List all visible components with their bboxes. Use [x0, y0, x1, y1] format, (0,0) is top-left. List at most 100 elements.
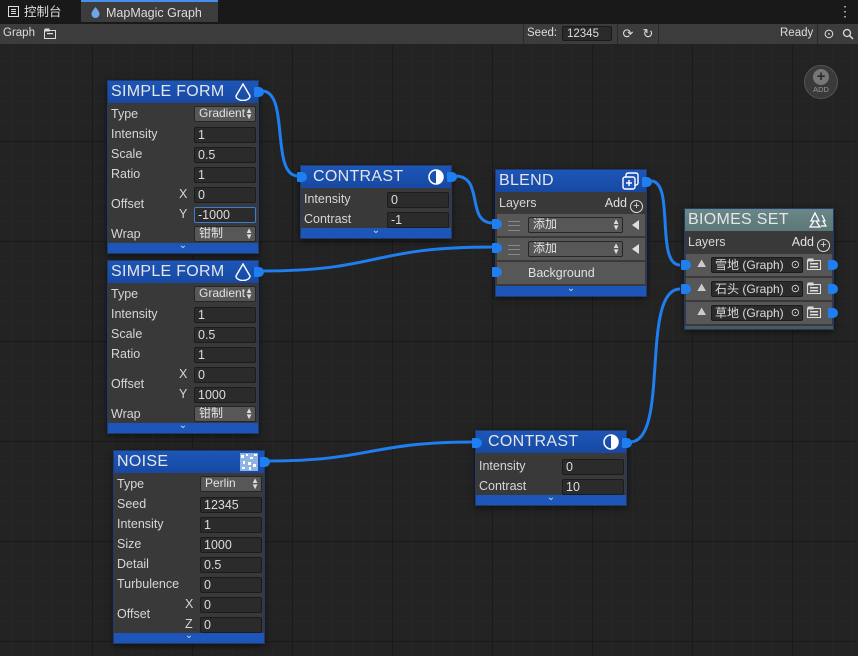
- biome-output-port[interactable]: [828, 260, 838, 270]
- intensity-field[interactable]: 0: [387, 192, 449, 208]
- layer-row[interactable]: 添加 ▲ ▼: [497, 238, 645, 261]
- add-layer-button[interactable]: Add +: [605, 196, 643, 213]
- contrast-icon: [603, 434, 619, 450]
- scale-label: Scale: [111, 147, 143, 161]
- output-port[interactable]: [642, 177, 652, 187]
- node-header[interactable]: SIMPLE FORM: [108, 261, 258, 283]
- node-header[interactable]: SIMPLE FORM: [108, 81, 258, 103]
- ratio-field[interactable]: 1: [194, 167, 256, 183]
- biome-row[interactable]: ⛰ 雪地 (Graph) ⊙: [686, 254, 832, 277]
- turbulence-field[interactable]: 0: [200, 577, 262, 593]
- node-title: BLEND: [499, 172, 554, 189]
- offset-x-field[interactable]: 0: [194, 187, 256, 203]
- open-folder-icon[interactable]: [807, 305, 822, 319]
- noise-node[interactable]: NOISE Type Perlin ▲ ▼ Seed 12345 Intensity 1 …: [113, 450, 270, 644]
- node-header[interactable]: NOISE: [114, 451, 264, 473]
- blend-node[interactable]: BLEND Layers Add + 添加 ▲ ▼ 添加 ▲ ▼ Background ⌄: [492, 169, 652, 297]
- biome-input-port[interactable]: [681, 284, 691, 294]
- offset-y-field[interactable]: 1000: [194, 387, 256, 403]
- scale-field[interactable]: 0.5: [194, 327, 256, 343]
- collapse-toggle[interactable]: ⌄: [496, 283, 646, 296]
- biome-row[interactable]: ⛰ 草地 (Graph) ⊙: [686, 302, 832, 325]
- collapse-toggle[interactable]: ⌄: [476, 492, 626, 505]
- collapse-toggle[interactable]: ⌄: [108, 420, 258, 433]
- node-header[interactable]: BIOMES SET: [685, 209, 833, 231]
- open-folder-icon[interactable]: [807, 257, 822, 271]
- offset-y-field[interactable]: -1000: [194, 207, 256, 223]
- input-port[interactable]: [492, 243, 502, 253]
- output-port[interactable]: [622, 438, 632, 448]
- wire-blend-biome1: [650, 179, 681, 267]
- drag-handle-icon[interactable]: [508, 221, 520, 231]
- output-port[interactable]: [260, 457, 270, 467]
- contrast-field[interactable]: -1: [387, 212, 449, 228]
- input-port[interactable]: [492, 219, 502, 229]
- collapse-toggle[interactable]: ⌄: [108, 240, 258, 253]
- target-icon: ⊙: [790, 283, 800, 295]
- intensity-field[interactable]: 1: [194, 307, 256, 323]
- chevron-down-icon: ⌄: [178, 240, 188, 251]
- seed-field[interactable]: 12345: [200, 497, 262, 513]
- output-port[interactable]: [447, 172, 457, 182]
- intensity-field[interactable]: 0: [562, 459, 624, 475]
- background-layer-row[interactable]: Background: [497, 262, 645, 285]
- intensity-label: Intensity: [479, 459, 526, 473]
- collapse-toggle[interactable]: ⌄: [114, 630, 264, 643]
- input-port[interactable]: [472, 438, 482, 448]
- biome-graph-field[interactable]: 草地 (Graph) ⊙: [711, 305, 803, 321]
- add-node-button[interactable]: + ADD: [804, 65, 838, 99]
- biome-graph-field[interactable]: 石头 (Graph) ⊙: [711, 281, 803, 297]
- biome-input-port[interactable]: [681, 260, 691, 270]
- intensity-label: Intensity: [304, 192, 351, 206]
- output-port[interactable]: [254, 87, 264, 97]
- type-label: Type: [111, 287, 139, 301]
- scale-field[interactable]: 0.5: [194, 147, 256, 163]
- node-title: CONTRAST: [488, 433, 579, 450]
- wrap-dropdown[interactable]: 钳制 ▲ ▼: [194, 406, 256, 422]
- node-header[interactable]: CONTRAST: [476, 431, 626, 453]
- offset-x-field[interactable]: 0: [200, 597, 262, 613]
- input-port[interactable]: [297, 172, 307, 182]
- wrap-dropdown[interactable]: 钳制 ▲ ▼: [194, 226, 256, 242]
- node-header[interactable]: CONTRAST: [301, 166, 451, 188]
- blend-mode-dropdown[interactable]: 添加 ▲ ▼: [528, 217, 623, 233]
- open-folder-icon[interactable]: [807, 281, 822, 295]
- type-dropdown[interactable]: Gradient ▲ ▼: [194, 106, 256, 122]
- simple-form-node[interactable]: SIMPLE FORM Type Gradient ▲ ▼ Intensity 1 Sc…: [107, 260, 264, 434]
- ratio-field[interactable]: 1: [194, 347, 256, 363]
- size-label: Size: [117, 537, 142, 551]
- detail-field[interactable]: 0.5: [200, 557, 262, 573]
- opacity-arrow-icon[interactable]: [632, 244, 639, 254]
- intensity-field[interactable]: 1: [194, 127, 256, 143]
- intensity-field[interactable]: 1: [200, 517, 262, 533]
- contrast-field[interactable]: 10: [562, 479, 624, 495]
- biome-output-port[interactable]: [828, 308, 838, 318]
- biome-output-port[interactable]: [828, 284, 838, 294]
- contrast-node[interactable]: CONTRAST Intensity 0 Contrast -1 ⌄: [297, 165, 457, 239]
- biomes-set-node[interactable]: BIOMES SET Layers Add + ⛰ 雪地 (Graph) ⊙ ⛰ 石头…: [681, 208, 838, 330]
- wrap-label: Wrap: [111, 407, 141, 421]
- drag-handle-icon[interactable]: [508, 245, 520, 255]
- background-input-port[interactable]: [492, 267, 502, 277]
- x-label: X: [179, 367, 188, 381]
- size-field[interactable]: 1000: [200, 537, 262, 553]
- contrast-node[interactable]: CONTRAST Intensity 0 Contrast 10 ⌄: [472, 430, 632, 506]
- intensity-label: Intensity: [117, 517, 164, 531]
- wire-form1-contrast1: [261, 89, 299, 178]
- output-port[interactable]: [254, 267, 264, 277]
- simple-form-node[interactable]: SIMPLE FORM Type Gradient ▲ ▼ Intensity 1 Sc…: [107, 80, 264, 254]
- offset-z-field[interactable]: 0: [200, 617, 262, 633]
- type-dropdown[interactable]: Gradient ▲ ▼: [194, 286, 256, 302]
- layer-row[interactable]: 添加 ▲ ▼: [497, 214, 645, 237]
- opacity-arrow-icon[interactable]: [632, 220, 639, 230]
- node-header[interactable]: BLEND: [496, 170, 646, 192]
- add-biome-button[interactable]: Add +: [792, 235, 830, 252]
- chevron-down-icon: ⌄: [566, 283, 576, 294]
- type-dropdown[interactable]: Perlin ▲ ▼: [200, 476, 262, 492]
- offset-label: Offset: [111, 197, 145, 211]
- collapse-toggle[interactable]: ⌄: [301, 225, 451, 238]
- biome-graph-field[interactable]: 雪地 (Graph) ⊙: [711, 257, 803, 273]
- offset-x-field[interactable]: 0: [194, 367, 256, 383]
- biome-row[interactable]: ⛰ 石头 (Graph) ⊙: [686, 278, 832, 301]
- blend-mode-dropdown[interactable]: 添加 ▲ ▼: [528, 241, 623, 257]
